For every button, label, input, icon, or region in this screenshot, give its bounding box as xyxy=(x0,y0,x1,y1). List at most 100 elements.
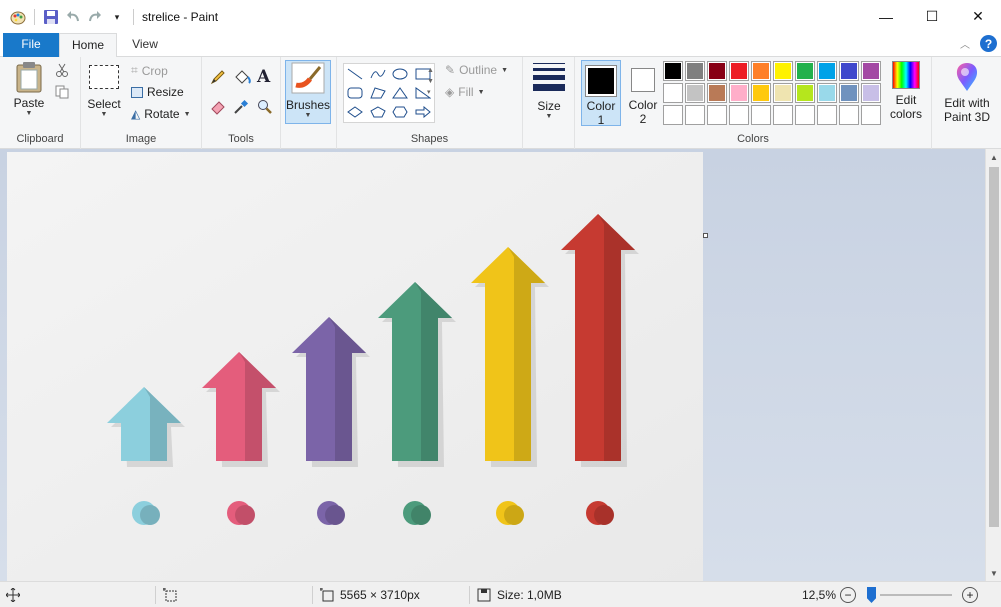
rotate-button[interactable]: ◭ Rotate ▼ xyxy=(131,107,191,121)
maximize-button[interactable]: ☐ xyxy=(909,0,955,33)
palette-swatch[interactable] xyxy=(861,83,881,103)
tab-view[interactable]: View xyxy=(120,33,170,57)
close-button[interactable]: ✕ xyxy=(955,0,1001,33)
canvas-resize-handle[interactable] xyxy=(703,233,708,238)
oval-shape-icon[interactable] xyxy=(389,64,412,83)
palette-swatch[interactable] xyxy=(839,105,859,125)
resize-button[interactable]: Resize xyxy=(131,85,184,99)
image-dimensions: 5565 × 3710px xyxy=(320,582,420,607)
palette-swatch[interactable] xyxy=(751,61,771,81)
zoom-out-button[interactable]: − xyxy=(840,587,856,603)
palette-swatch[interactable] xyxy=(663,105,683,125)
palette-swatch[interactable] xyxy=(795,61,815,81)
customize-qat-icon[interactable]: ▾ xyxy=(109,9,125,25)
edit-with-paint3d-button[interactable]: Edit with Paint 3D xyxy=(936,61,998,124)
scroll-up-icon[interactable]: ▲ xyxy=(986,149,1001,165)
line-shape-icon[interactable] xyxy=(344,64,367,83)
tab-file[interactable]: File xyxy=(3,33,59,57)
tab-home[interactable]: Home xyxy=(59,33,117,58)
shapes-scroll[interactable]: ▲ ▼ ▾ xyxy=(427,65,434,98)
palette-swatch[interactable] xyxy=(707,105,727,125)
window-controls: — ☐ ✕ xyxy=(863,0,1001,33)
curve-shape-icon[interactable] xyxy=(367,64,390,83)
zoom-in-button[interactable]: + xyxy=(962,587,978,603)
palette-swatch[interactable] xyxy=(861,61,881,81)
palette-swatch[interactable] xyxy=(707,83,727,103)
color2-number: 2 xyxy=(639,112,647,126)
palette-swatch[interactable] xyxy=(751,83,771,103)
zoom-slider-thumb[interactable] xyxy=(867,587,876,603)
minimize-button[interactable]: — xyxy=(863,0,909,33)
palette-swatch[interactable] xyxy=(663,83,683,103)
hexagon-shape-icon[interactable] xyxy=(389,103,412,122)
palette-swatch[interactable] xyxy=(795,83,815,103)
polygon-shape-icon[interactable] xyxy=(367,83,390,102)
clipboard-group-label: Clipboard xyxy=(16,133,64,145)
save-icon[interactable] xyxy=(43,9,59,25)
paint3d-label-line2: Paint 3D xyxy=(943,110,991,124)
edit-colors-button[interactable]: Edit colors xyxy=(885,61,927,121)
palette-swatch[interactable] xyxy=(707,61,727,81)
crop-icon: ⌗ xyxy=(131,63,138,77)
pentagon-shape-icon[interactable] xyxy=(367,103,390,122)
select-icon xyxy=(89,65,119,89)
size-button[interactable]: Size ▼ xyxy=(529,63,569,120)
fill-button[interactable]: ◈ Fill ▼ xyxy=(445,85,485,99)
image-group: Select ▼ ⌗ Crop Resize ◭ Rotate ▼ Image xyxy=(81,57,202,149)
palette-swatch[interactable] xyxy=(729,105,749,125)
paint-app-icon[interactable] xyxy=(10,9,26,25)
palette-swatch[interactable] xyxy=(685,105,705,125)
palette-swatch[interactable] xyxy=(729,61,749,81)
palette-swatch[interactable] xyxy=(817,105,837,125)
peg-dot-shade xyxy=(325,505,345,525)
triangle-shape-icon[interactable] xyxy=(389,83,412,102)
diamond-shape-icon[interactable] xyxy=(344,103,367,122)
crop-button[interactable]: ⌗ Crop xyxy=(131,63,168,78)
text-tool-icon[interactable]: A xyxy=(257,67,270,87)
palette-swatch[interactable] xyxy=(773,61,793,81)
palette-swatch[interactable] xyxy=(685,61,705,81)
rotate-icon: ◭ xyxy=(131,107,141,121)
paint3d-group: Edit with Paint 3D xyxy=(931,57,1001,149)
palette-swatch[interactable] xyxy=(663,61,683,81)
palette-swatch[interactable] xyxy=(795,105,815,125)
select-button[interactable]: Select ▼ xyxy=(87,65,121,118)
palette-swatch[interactable] xyxy=(817,83,837,103)
selection-size-icon xyxy=(163,582,177,607)
eraser-icon[interactable] xyxy=(210,99,226,118)
fill-bucket-icon[interactable] xyxy=(233,69,251,88)
zoom-slider-track[interactable] xyxy=(880,594,952,596)
redo-icon[interactable] xyxy=(87,9,103,25)
collapse-ribbon-icon[interactable]: ︿ xyxy=(960,36,970,51)
colors-group: Color 1 Color 2 Edit colors Colors xyxy=(575,57,931,149)
palette-swatch[interactable] xyxy=(685,83,705,103)
palette-swatch[interactable] xyxy=(773,105,793,125)
palette-swatch[interactable] xyxy=(729,83,749,103)
palette-swatch[interactable] xyxy=(839,61,859,81)
palette-swatch[interactable] xyxy=(751,105,771,125)
magnifier-icon[interactable] xyxy=(257,99,273,118)
outline-button[interactable]: ✎ Outline ▼ xyxy=(445,63,508,77)
vertical-scrollbar[interactable]: ▲ ▼ xyxy=(985,149,1001,581)
paste-button[interactable]: Paste ▼ xyxy=(8,61,50,117)
peg-dot-shade xyxy=(235,505,255,525)
undo-icon[interactable] xyxy=(65,9,81,25)
copy-icon[interactable] xyxy=(55,85,69,102)
palette-swatch[interactable] xyxy=(817,61,837,81)
help-icon[interactable]: ? xyxy=(980,35,997,52)
palette-swatch[interactable] xyxy=(773,83,793,103)
palette-swatch[interactable] xyxy=(861,105,881,125)
scroll-thumb[interactable] xyxy=(989,167,999,527)
arrow-shape-icon[interactable] xyxy=(412,103,435,122)
rounded-rectangle-shape-icon[interactable] xyxy=(344,83,367,102)
color1-button[interactable]: Color 1 xyxy=(581,60,621,127)
color2-button[interactable]: Color 2 xyxy=(623,60,663,126)
color-picker-icon[interactable] xyxy=(233,99,249,118)
palette-swatch[interactable] xyxy=(839,83,859,103)
brushes-button[interactable]: Brushes ▼ xyxy=(285,60,331,124)
drawing-canvas[interactable] xyxy=(7,152,703,581)
cut-icon[interactable] xyxy=(55,63,69,80)
scroll-down-icon[interactable]: ▼ xyxy=(986,565,1001,581)
ribbon: Paste ▼ Clipboard Select ▼ ⌗ Crop Resize… xyxy=(0,57,1001,149)
pencil-icon[interactable] xyxy=(210,69,226,88)
